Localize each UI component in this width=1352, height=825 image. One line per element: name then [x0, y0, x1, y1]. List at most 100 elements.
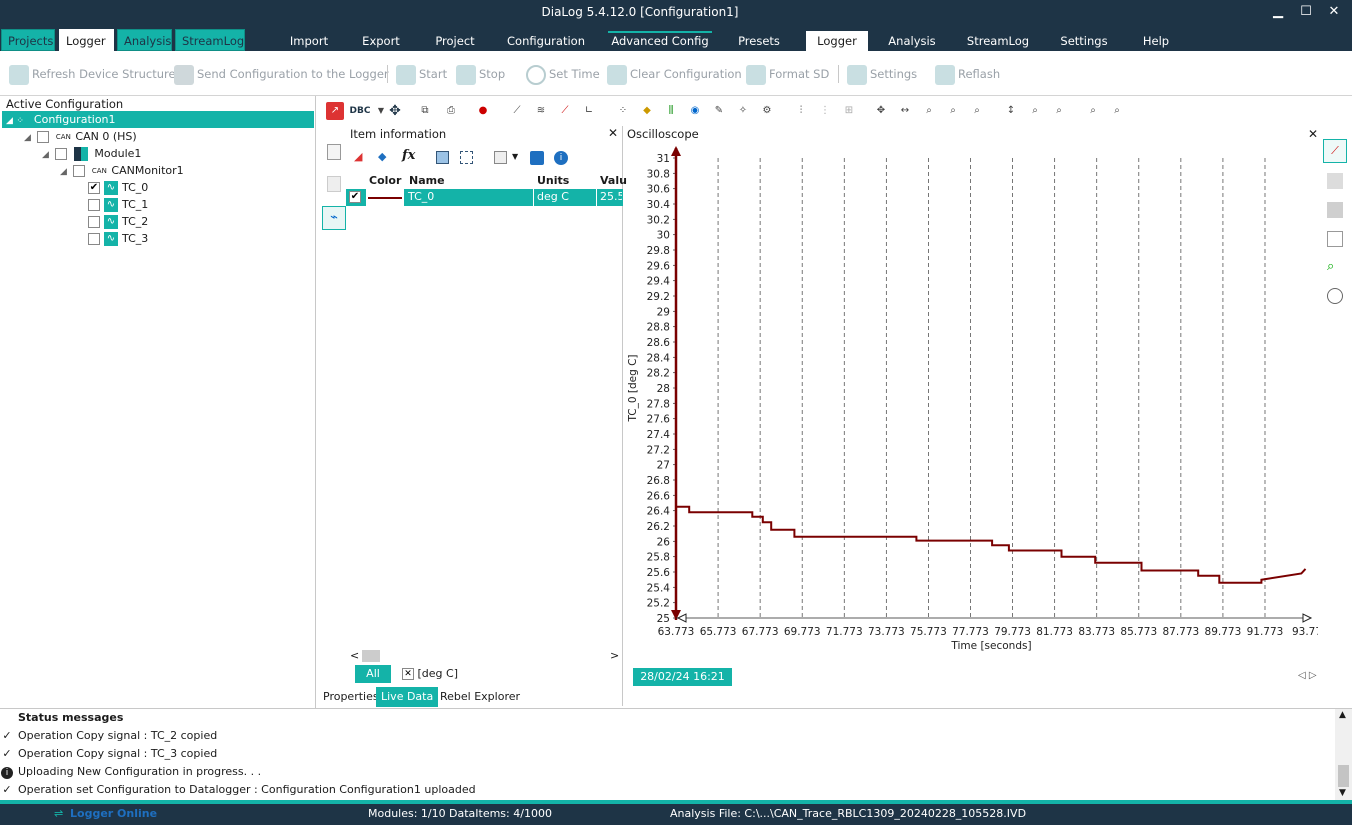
info-icon[interactable]: i: [554, 151, 568, 165]
wave-icon[interactable]: ≋: [532, 102, 550, 120]
tree-item-signal[interactable]: ∿ TC_3: [88, 230, 148, 247]
zoom-y-out-icon[interactable]: ⌕: [1050, 102, 1068, 120]
record-icon[interactable]: ●: [474, 102, 492, 120]
brush-icon[interactable]: ◆: [378, 150, 386, 163]
maximize-button[interactable]: ☐: [1296, 4, 1316, 22]
clear-configuration-button[interactable]: Clear Configuration: [607, 63, 742, 85]
chart-navigation[interactable]: ◁ ▷: [1298, 670, 1317, 681]
dial-icon[interactable]: [1327, 288, 1343, 304]
vertical-scrollbar[interactable]: ▲ ▼: [1335, 709, 1352, 801]
function-icon[interactable]: fx: [402, 148, 415, 163]
reflash-button[interactable]: Reflash: [935, 63, 1000, 85]
axis-icon[interactable]: ∟: [580, 102, 598, 120]
tree-item-signal[interactable]: ✔ ∿ TC_0: [88, 179, 148, 196]
format-sd-button[interactable]: Format SD: [746, 63, 829, 85]
tab-logger[interactable]: Logger: [59, 29, 114, 51]
tab-rebel-explorer[interactable]: Rebel Explorer: [435, 687, 525, 707]
pin-icon[interactable]: ✧: [734, 102, 752, 120]
tab-analysis[interactable]: Analysis: [117, 29, 172, 51]
close-button[interactable]: ✕: [1324, 4, 1344, 22]
scale-icon[interactable]: ⊞: [840, 102, 858, 120]
scatter-icon[interactable]: ⁘: [614, 102, 632, 120]
tree-item-signal[interactable]: ∿ TC_2: [88, 213, 148, 230]
tree-item-signal[interactable]: ∿ TC_1: [88, 196, 148, 213]
menu-configuration[interactable]: Configuration: [500, 31, 592, 51]
select-none-icon[interactable]: [460, 151, 473, 164]
select-all-icon[interactable]: [436, 151, 449, 164]
tree-item-module[interactable]: ◢ Module1: [42, 145, 141, 162]
chart-icon[interactable]: ⟋: [556, 102, 574, 120]
document-icon[interactable]: [327, 144, 341, 160]
move-icon[interactable]: ✥: [386, 102, 404, 120]
scroll-thumb[interactable]: [1338, 765, 1349, 787]
horizontal-scrollbar[interactable]: < >: [348, 648, 620, 664]
tab-live-data[interactable]: Live Data: [376, 687, 439, 707]
tree-item-configuration[interactable]: ◢ ⁘ Configuration1: [2, 111, 314, 128]
menu-project[interactable]: Project: [425, 31, 485, 51]
refresh-device-structure-button[interactable]: Refresh Device Structure: [9, 63, 176, 85]
item-table-row[interactable]: ✔ TC_0 deg C 25.5: [346, 189, 623, 206]
copy-icon[interactable]: ⧉: [416, 102, 434, 120]
tab-projects[interactable]: Projects: [1, 29, 55, 51]
send-configuration-button[interactable]: Send Configuration to the Logger: [174, 63, 389, 85]
menu-advanced-config[interactable]: Advanced Config: [608, 31, 712, 51]
gauge-view-icon[interactable]: [1327, 231, 1343, 247]
start-button[interactable]: Start: [396, 63, 447, 85]
can-checkbox[interactable]: [37, 131, 50, 143]
scroll-thumb[interactable]: [362, 650, 380, 662]
dbc-button[interactable]: DBC: [348, 102, 372, 120]
menu-streamlog[interactable]: StreamLog: [960, 31, 1036, 51]
oscilloscope-view-icon[interactable]: ⟋: [1323, 139, 1347, 163]
bar-view-icon[interactable]: [1327, 202, 1343, 218]
zoom-in-icon[interactable]: ⌕: [920, 102, 938, 120]
oscilloscope-close-icon[interactable]: ✕: [1308, 127, 1318, 141]
menu-analysis[interactable]: Analysis: [880, 31, 944, 51]
module-checkbox[interactable]: [55, 148, 68, 160]
filter-unit-toggle[interactable]: ✕ [deg C]: [402, 667, 458, 680]
magnifier-icon[interactable]: ⌕: [1327, 259, 1343, 275]
signal-checkbox[interactable]: [88, 216, 100, 228]
canmonitor-checkbox[interactable]: [73, 165, 86, 177]
line-chart-icon[interactable]: ⟋: [508, 102, 526, 120]
signal-checkbox[interactable]: ✔: [88, 182, 100, 194]
scroll-right-icon[interactable]: >: [610, 649, 619, 662]
fit-all-icon[interactable]: ✥: [872, 102, 890, 120]
set-time-button[interactable]: Set Time: [526, 63, 600, 85]
scroll-left-icon[interactable]: <: [350, 649, 359, 662]
search-icon[interactable]: [530, 151, 544, 165]
menu-import[interactable]: Import: [280, 31, 338, 51]
oscilloscope-chart[interactable]: 63.773 65.773 67.773 69.773 71.773 73.773 75.7…: [624, 140, 1318, 660]
filter-all-button[interactable]: All: [355, 665, 391, 683]
signal-checkbox[interactable]: [88, 233, 100, 245]
zoom-previous-icon[interactable]: ⌕: [1108, 102, 1126, 120]
tab-properties[interactable]: Properties: [318, 687, 384, 707]
item-info-close-icon[interactable]: ✕: [608, 126, 618, 140]
cursor-icon[interactable]: ◉: [686, 102, 704, 120]
stop-button[interactable]: Stop: [456, 63, 505, 85]
dropdown-arrow-icon[interactable]: ▼: [512, 152, 518, 161]
filter-unit-checkbox[interactable]: ✕: [402, 668, 414, 680]
zoom-y-in-icon[interactable]: ⌕: [1026, 102, 1044, 120]
menu-help[interactable]: Help: [1130, 31, 1182, 51]
print-icon[interactable]: ⎙: [442, 102, 460, 120]
fit-height-icon[interactable]: ↕: [1002, 102, 1020, 120]
settings-button[interactable]: Settings: [847, 63, 917, 85]
tab-streamlog[interactable]: StreamLog: [175, 29, 245, 51]
minimize-button[interactable]: ▁: [1268, 4, 1288, 22]
table-view-icon[interactable]: [1327, 173, 1343, 189]
zoom-out-icon[interactable]: ⌕: [944, 102, 962, 120]
split-icon[interactable]: ⫶: [792, 102, 810, 120]
color-pick-icon[interactable]: ◢: [354, 150, 362, 163]
tree-item-can[interactable]: ◢ CAN CAN 0 (HS): [24, 128, 137, 145]
signal-checkbox[interactable]: [88, 199, 100, 211]
grid-icon[interactable]: ⋮: [816, 102, 834, 120]
live-signal-icon[interactable]: ⌁: [322, 206, 346, 230]
menu-logger[interactable]: Logger: [806, 31, 868, 51]
scroll-down-icon[interactable]: ▼: [1339, 788, 1346, 798]
scroll-up-icon[interactable]: ▲: [1339, 710, 1346, 720]
bars-icon[interactable]: ⫼: [662, 102, 680, 120]
line-style-icon[interactable]: [494, 151, 507, 164]
menu-export[interactable]: Export: [352, 31, 410, 51]
fit-width-icon[interactable]: ↔: [896, 102, 914, 120]
tree-item-canmonitor[interactable]: ◢ CAN CANMonitor1: [60, 162, 184, 179]
